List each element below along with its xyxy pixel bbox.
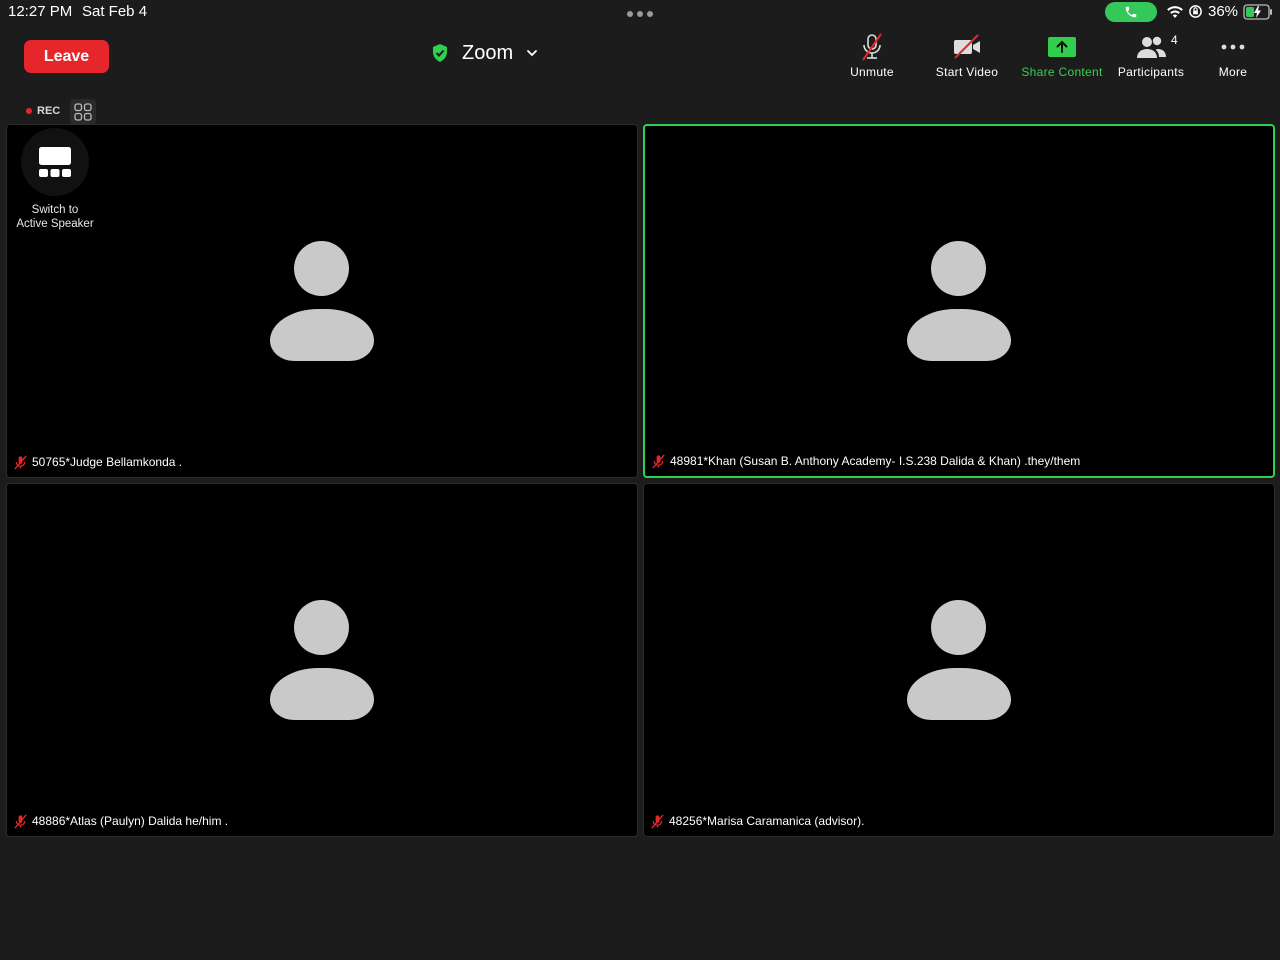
participant-nametag: 48256*Marisa Caramanica (advisor). <box>650 812 864 830</box>
orientation-lock-icon <box>1189 5 1202 18</box>
participant-name: 48256*Marisa Caramanica (advisor). <box>669 814 865 828</box>
switch-label-line1: Switch to <box>31 204 79 216</box>
microphone-muted-icon <box>862 33 882 61</box>
video-tile[interactable]: 48886*Atlas (Paulyn) Dalida he/him . <box>6 483 638 837</box>
avatar-placeholder-icon <box>907 241 1011 361</box>
switch-active-speaker-button[interactable] <box>21 128 89 196</box>
participant-nametag: 48886*Atlas (Paulyn) Dalida he/him . <box>13 812 228 830</box>
microphone-muted-icon <box>14 454 27 470</box>
wifi-icon <box>1167 6 1183 18</box>
video-tile[interactable]: 48256*Marisa Caramanica (advisor). <box>643 483 1275 837</box>
multitasking-dots-icon[interactable] <box>627 11 653 17</box>
participant-name: 48981*Khan (Susan B. Anthony Academy- I.… <box>670 454 1081 468</box>
microphone-muted-icon <box>651 813 664 829</box>
participants-icon <box>1137 36 1166 58</box>
microphone-muted-icon <box>652 453 665 469</box>
share-screen-icon <box>1048 37 1076 57</box>
unmute-button[interactable]: Unmute <box>847 32 897 80</box>
more-dots-icon <box>1221 44 1245 50</box>
switch-label-line2: Active Speaker <box>16 218 94 230</box>
share-content-button[interactable]: Share Content <box>1017 32 1107 80</box>
gallery-view-button[interactable] <box>70 99 96 125</box>
recording-indicator: REC <box>17 100 65 122</box>
recording-dot-icon <box>26 108 32 114</box>
shield-check-icon <box>433 44 447 62</box>
battery-percent: 36% <box>1208 3 1239 20</box>
participant-nametag: 48981*Khan (Susan B. Anthony Academy- I.… <box>651 452 1080 470</box>
status-bar: 12:27 PM Sat Feb 4 36% <box>0 0 1280 24</box>
participant-name: 48886*Atlas (Paulyn) Dalida he/him . <box>32 814 229 828</box>
speaker-view-icon <box>39 147 71 177</box>
recording-label: REC <box>37 105 61 117</box>
avatar-placeholder-icon <box>270 241 374 361</box>
video-tile-active-speaker[interactable]: 48981*Khan (Susan B. Anthony Academy- I.… <box>643 124 1275 478</box>
participants-label: Participants <box>1117 65 1185 79</box>
participant-nametag: 50765*Judge Bellamkonda . <box>13 453 182 471</box>
video-off-icon <box>954 34 980 59</box>
microphone-muted-icon <box>14 813 27 829</box>
meeting-title: Zoom <box>462 41 514 64</box>
more-button[interactable]: More <box>1213 32 1253 80</box>
share-content-label: Share Content <box>1021 65 1103 79</box>
chevron-down-icon <box>527 50 538 57</box>
meeting-title-dropdown[interactable]: Zoom <box>430 38 539 68</box>
more-label: More <box>1218 65 1248 79</box>
switch-active-speaker-label[interactable]: Switch to Active Speaker <box>5 203 105 231</box>
battery-charging-icon <box>1243 4 1272 20</box>
start-video-label: Start Video <box>935 65 999 79</box>
start-video-button[interactable]: Start Video <box>931 32 1003 80</box>
unmute-label: Unmute <box>850 65 894 79</box>
phone-icon <box>1125 6 1137 18</box>
avatar-placeholder-icon <box>270 600 374 720</box>
active-call-pill[interactable] <box>1105 2 1157 22</box>
status-date: Sat Feb 4 <box>82 3 148 20</box>
participants-count-badge: 4 <box>1171 33 1178 47</box>
grid-icon <box>74 103 92 121</box>
video-tile[interactable]: 50765*Judge Bellamkonda . <box>6 124 638 478</box>
status-time: 12:27 PM <box>8 3 73 20</box>
participant-name: 50765*Judge Bellamkonda . <box>32 455 183 469</box>
avatar-placeholder-icon <box>907 600 1011 720</box>
leave-button[interactable]: Leave <box>24 40 109 73</box>
participants-button[interactable]: Participants <box>1112 32 1190 80</box>
